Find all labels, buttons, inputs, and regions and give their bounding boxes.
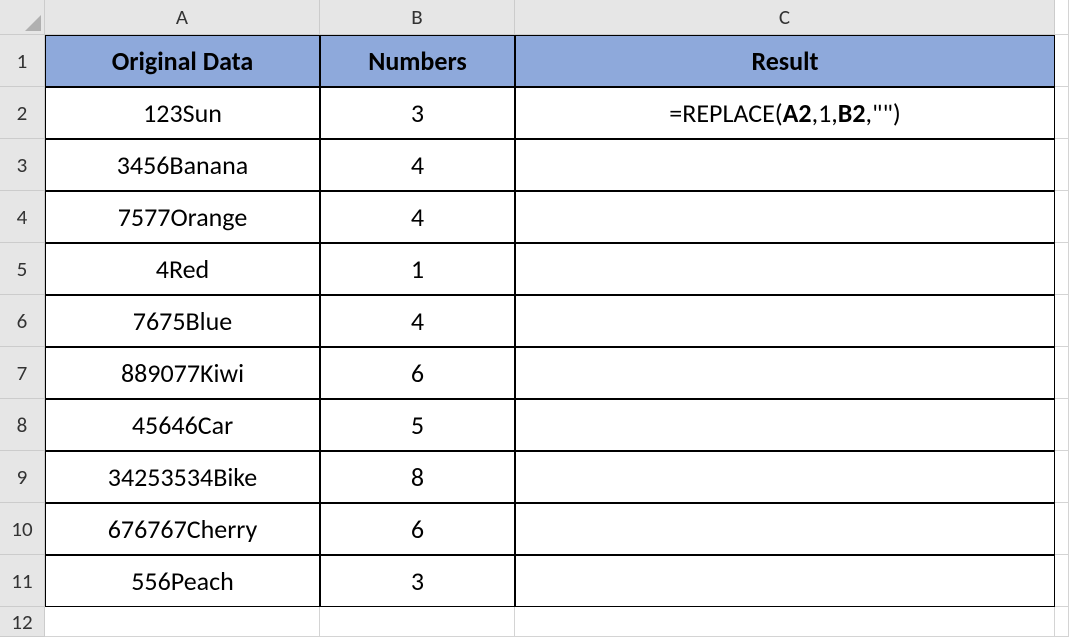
col-header-C[interactable]: C <box>515 0 1055 35</box>
cell-C3[interactable] <box>515 139 1055 191</box>
cell-B11[interactable]: 3 <box>320 555 515 607</box>
cell-A9[interactable]: 34253534Bike <box>45 451 320 503</box>
spreadsheet-grid: A B C 1 Original Data Numbers Result 2 1… <box>0 0 1069 637</box>
cell-C12[interactable] <box>515 607 1055 637</box>
cell-B12[interactable] <box>320 607 515 637</box>
select-all-icon <box>25 15 41 31</box>
cell-B4[interactable]: 4 <box>320 191 515 243</box>
cell-A1[interactable]: Original Data <box>45 35 320 87</box>
cell-B7[interactable]: 6 <box>320 347 515 399</box>
cell-D11[interactable] <box>1055 555 1069 607</box>
cell-D9[interactable] <box>1055 451 1069 503</box>
cell-C1[interactable]: Result <box>515 35 1055 87</box>
cell-A8[interactable]: 45646Car <box>45 399 320 451</box>
cell-B6[interactable]: 4 <box>320 295 515 347</box>
cell-C5[interactable] <box>515 243 1055 295</box>
cell-A4[interactable]: 7577Orange <box>45 191 320 243</box>
cell-C10[interactable] <box>515 503 1055 555</box>
cell-D6[interactable] <box>1055 295 1069 347</box>
cell-D12[interactable] <box>1055 607 1069 637</box>
cell-D3[interactable] <box>1055 139 1069 191</box>
cell-A3[interactable]: 3456Banana <box>45 139 320 191</box>
cell-D7[interactable] <box>1055 347 1069 399</box>
row-header-3[interactable]: 3 <box>0 139 45 191</box>
cell-C6[interactable] <box>515 295 1055 347</box>
row-header-9[interactable]: 9 <box>0 451 45 503</box>
row-header-1[interactable]: 1 <box>0 35 45 87</box>
cell-C9[interactable] <box>515 451 1055 503</box>
cell-C7[interactable] <box>515 347 1055 399</box>
cell-C11[interactable] <box>515 555 1055 607</box>
select-all-corner[interactable] <box>0 0 45 35</box>
row-header-12[interactable]: 12 <box>0 607 45 637</box>
cell-A5[interactable]: 4Red <box>45 243 320 295</box>
cell-B5[interactable]: 1 <box>320 243 515 295</box>
row-header-10[interactable]: 10 <box>0 503 45 555</box>
cell-C2[interactable]: =REPLACE(A2,1,B2,"") <box>515 87 1055 139</box>
cell-D10[interactable] <box>1055 503 1069 555</box>
cell-D2[interactable] <box>1055 87 1069 139</box>
cell-A7[interactable]: 889077Kiwi <box>45 347 320 399</box>
cell-B8[interactable]: 5 <box>320 399 515 451</box>
row-header-5[interactable]: 5 <box>0 243 45 295</box>
row-header-8[interactable]: 8 <box>0 399 45 451</box>
cell-C4[interactable] <box>515 191 1055 243</box>
row-header-6[interactable]: 6 <box>0 295 45 347</box>
cell-D4[interactable] <box>1055 191 1069 243</box>
cell-A10[interactable]: 676767Cherry <box>45 503 320 555</box>
cell-D5[interactable] <box>1055 243 1069 295</box>
cell-B9[interactable]: 8 <box>320 451 515 503</box>
cell-A11[interactable]: 556Peach <box>45 555 320 607</box>
cell-B10[interactable]: 6 <box>320 503 515 555</box>
cell-B1[interactable]: Numbers <box>320 35 515 87</box>
cell-D1[interactable] <box>1055 35 1069 87</box>
cell-D8[interactable] <box>1055 399 1069 451</box>
cell-C8[interactable] <box>515 399 1055 451</box>
col-header-A[interactable]: A <box>45 0 320 35</box>
col-header-B[interactable]: B <box>320 0 515 35</box>
cell-A12[interactable] <box>45 607 320 637</box>
cell-B2[interactable]: 3 <box>320 87 515 139</box>
row-header-2[interactable]: 2 <box>0 87 45 139</box>
row-header-4[interactable]: 4 <box>0 191 45 243</box>
cell-A2[interactable]: 123Sun <box>45 87 320 139</box>
row-header-7[interactable]: 7 <box>0 347 45 399</box>
cell-A6[interactable]: 7675Blue <box>45 295 320 347</box>
row-header-11[interactable]: 11 <box>0 555 45 607</box>
formula-text: =REPLACE(A2,1,B2,"") <box>669 97 901 129</box>
col-header-empty <box>1055 0 1069 35</box>
cell-B3[interactable]: 4 <box>320 139 515 191</box>
